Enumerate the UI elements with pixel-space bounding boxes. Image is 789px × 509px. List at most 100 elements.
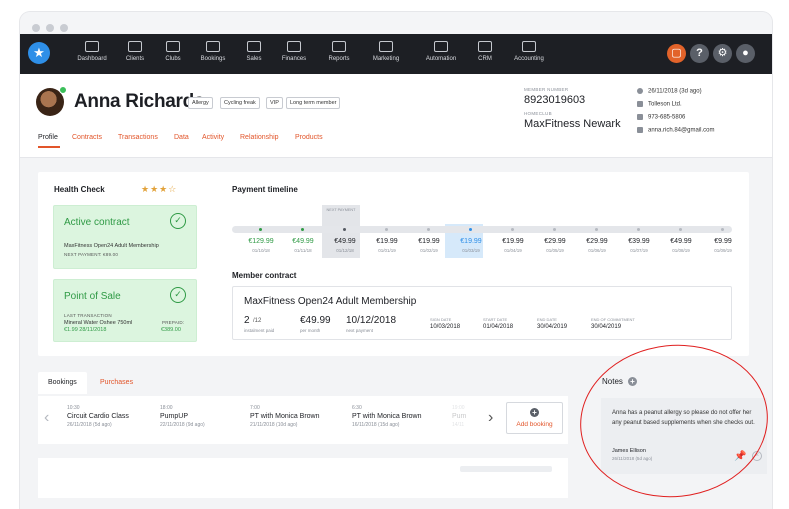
- timeline-amount: €39.99: [628, 238, 650, 245]
- contact-email[interactable]: anna.rich.84@gmail.com: [637, 127, 714, 134]
- chat-icon[interactable]: ▢: [667, 44, 686, 63]
- tab-contracts[interactable]: Contracts: [72, 134, 102, 141]
- timeline-dot[interactable]: [721, 228, 724, 231]
- gear-icon[interactable]: ⚙: [713, 44, 732, 63]
- member-name: Anna Richards: [74, 91, 205, 112]
- timeline-dot[interactable]: [259, 228, 262, 231]
- tag-long-term-member[interactable]: Long term member: [286, 97, 341, 109]
- sales-icon: [247, 41, 261, 52]
- contract-name: MaxFitness Open24 Adult Membership: [244, 296, 417, 307]
- nav-clubs[interactable]: Clubs: [158, 39, 188, 71]
- tab-purchases[interactable]: Purchases: [90, 372, 143, 394]
- nav-dashboard[interactable]: Dashboard: [72, 39, 112, 71]
- nav-automation[interactable]: Automation: [420, 39, 462, 71]
- add-booking-button[interactable]: + Add booking: [506, 402, 563, 434]
- member-number: 8923019603: [524, 94, 586, 106]
- timeline-dot[interactable]: [511, 228, 514, 231]
- tab-profile[interactable]: Profile: [38, 134, 58, 141]
- end-date: 30/04/2019: [537, 324, 568, 330]
- nav-crm[interactable]: CRM: [472, 39, 498, 71]
- payment-timeline-bar: [232, 226, 732, 233]
- nav-sales[interactable]: Sales: [240, 39, 268, 71]
- nav-accounting[interactable]: Accounting: [508, 39, 550, 71]
- next-payment-label: NEXT PAYMENT: [326, 208, 356, 212]
- end-date-label: END DATE: [537, 317, 557, 322]
- active-tab-indicator: [38, 146, 60, 148]
- window-maximize-dot[interactable]: [60, 24, 68, 32]
- booking-item[interactable]: 18:00 PumpUP 22/11/2018 (9d ago): [160, 405, 205, 428]
- timeline-date: 01/08/19: [672, 248, 690, 253]
- nav-finances[interactable]: Finances: [276, 39, 312, 71]
- next-payment-label: next payment: [346, 328, 374, 333]
- timeline-date: 01/01/19: [378, 248, 396, 253]
- contact-company: Tolleson Ltd.: [637, 101, 682, 108]
- tab-products[interactable]: Products: [295, 134, 323, 141]
- timeline-date: 01/02/19: [420, 248, 438, 253]
- tab-activity[interactable]: Activity: [202, 134, 224, 141]
- nav-clients[interactable]: Clients: [120, 39, 150, 71]
- help-button[interactable]: ?: [690, 44, 709, 63]
- installment-total: /12: [253, 318, 262, 324]
- bookings-icon: [206, 41, 220, 52]
- point-of-sale-title: Point of Sale: [64, 291, 121, 302]
- tag-vip[interactable]: VIP: [266, 97, 283, 109]
- online-status-dot: [59, 86, 67, 94]
- timeline-dot[interactable]: [469, 228, 472, 231]
- chevron-right-icon[interactable]: ›: [488, 409, 493, 427]
- dashboard-icon: [85, 41, 99, 52]
- booking-item[interactable]: 19:00 Pum 14/11: [452, 405, 466, 428]
- member-number-label: MEMBER NUMBER: [524, 87, 569, 92]
- timeline-date: 01/05/19: [546, 248, 564, 253]
- timeline-amount: €49.99: [334, 238, 356, 245]
- active-contract-box[interactable]: Active contract ✓ MaxFitness Open24 Adul…: [53, 205, 197, 269]
- timeline-amount: €29.99: [586, 238, 608, 245]
- timeline-dot[interactable]: [553, 228, 556, 231]
- point-of-sale-box[interactable]: Point of Sale ✓ LAST TRANSACTION Mineral…: [53, 279, 197, 342]
- nav-reports[interactable]: Reports: [322, 39, 356, 71]
- timeline-amount: €19.99: [502, 238, 524, 245]
- timeline-dot[interactable]: [343, 228, 346, 231]
- sign-date-label: SIGN DATE: [430, 317, 452, 322]
- timeline-dot[interactable]: [301, 228, 304, 231]
- timeline-dot[interactable]: [385, 228, 388, 231]
- installment-value: 2: [244, 315, 250, 326]
- marketing-icon: [379, 41, 393, 52]
- member-contract-box[interactable]: MaxFitness Open24 Adult Membership 2 /12…: [232, 286, 732, 340]
- timeline-date: 01/12/18: [336, 248, 354, 253]
- per-month-value: €49.99: [300, 315, 331, 326]
- homeclub-label: HOMECLUB: [524, 111, 552, 116]
- check-icon: ✓: [170, 213, 186, 229]
- timeline-date: 01/03/19: [462, 248, 480, 253]
- start-date-label: START DATE: [483, 317, 508, 322]
- contact-phone[interactable]: 973-685-5806: [637, 114, 685, 121]
- last-transaction-amount: €1.99 28/11/2018: [64, 327, 107, 333]
- tab-bookings[interactable]: Bookings: [38, 372, 87, 394]
- tab-data[interactable]: Data: [174, 134, 189, 141]
- timeline-dot[interactable]: [637, 228, 640, 231]
- timeline-dot[interactable]: [679, 228, 682, 231]
- timeline-dot[interactable]: [595, 228, 598, 231]
- booking-item[interactable]: 10:30 Circuit Cardio Class 26/11/2018 (5…: [67, 405, 129, 428]
- timeline-amount: €29.99: [544, 238, 566, 245]
- health-check-title: Health Check: [54, 185, 105, 194]
- chevron-left-icon[interactable]: ‹: [44, 409, 49, 427]
- window-minimize-dot[interactable]: [46, 24, 54, 32]
- tag-allergy[interactable]: Allergy: [188, 97, 213, 109]
- timeline-date: 01/11/18: [294, 248, 312, 253]
- tag-cycling-freak[interactable]: Cycling freak: [220, 97, 260, 109]
- tab-relationship[interactable]: Relationship: [240, 134, 279, 141]
- clients-icon: [128, 41, 142, 52]
- user-icon[interactable]: ●: [736, 44, 755, 63]
- brand-star-icon[interactable]: ★: [28, 42, 50, 64]
- active-contract-description: MaxFitness Open24 Adult Membership: [64, 243, 159, 249]
- nav-bookings[interactable]: Bookings: [195, 39, 231, 71]
- booking-item[interactable]: 7:00 PT with Monica Brown 21/11/2018 (10…: [250, 405, 320, 428]
- finances-icon: [287, 41, 301, 52]
- window-close-dot[interactable]: [32, 24, 40, 32]
- active-contract-title: Active contract: [64, 217, 130, 228]
- booking-item[interactable]: 6:30 PT with Monica Brown 16/11/2018 (15…: [352, 405, 422, 428]
- timeline-dot[interactable]: [427, 228, 430, 231]
- tab-transactions[interactable]: Transactions: [118, 134, 158, 141]
- prepaid-amount: €389.00: [161, 327, 181, 333]
- nav-marketing[interactable]: Marketing: [366, 39, 406, 71]
